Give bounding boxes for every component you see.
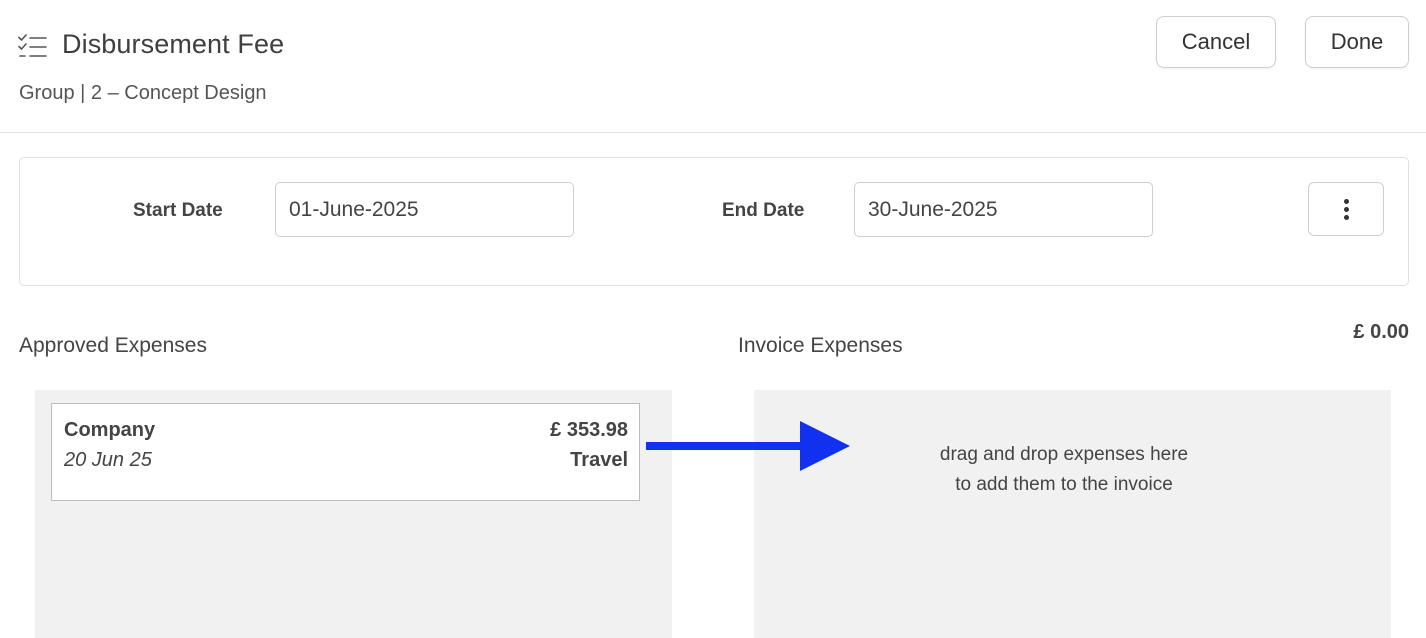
end-date-input[interactable]	[854, 182, 1153, 237]
approved-expenses-list: Company 20 Jun 25 £ 353.98 Travel	[35, 390, 672, 638]
expense-card[interactable]: Company 20 Jun 25 £ 353.98 Travel	[51, 403, 640, 501]
expense-category: Travel	[570, 449, 628, 471]
disbursement-fee-page: Disbursement Fee Group | 2 – Concept Des…	[0, 0, 1426, 638]
drag-direction-arrow-icon	[646, 421, 850, 471]
page-header: Disbursement Fee Group | 2 – Concept Des…	[0, 0, 1426, 133]
expense-name: Company	[64, 419, 156, 441]
more-vertical-icon	[1343, 198, 1349, 220]
start-date-input[interactable]	[275, 182, 574, 237]
drop-hint-line-2: to add them to the invoice	[955, 474, 1173, 495]
invoice-expenses-title: Invoice Expenses	[738, 334, 903, 357]
expense-amount: £ 353.98	[550, 419, 628, 441]
date-filter-panel: Start Date End Date	[19, 157, 1409, 286]
page-title: Disbursement Fee	[62, 29, 285, 59]
done-button[interactable]: Done	[1305, 16, 1409, 68]
breadcrumb: Group | 2 – Concept Design	[19, 82, 267, 104]
approved-expenses-title: Approved Expenses	[19, 334, 207, 357]
checklist-icon	[18, 34, 47, 57]
start-date-label: Start Date	[133, 200, 223, 221]
invoice-total: £ 0.00	[1353, 321, 1409, 343]
more-options-button[interactable]	[1308, 182, 1384, 236]
expense-date: 20 Jun 25	[64, 449, 152, 471]
cancel-button[interactable]: Cancel	[1156, 16, 1276, 68]
end-date-label: End Date	[722, 200, 805, 221]
